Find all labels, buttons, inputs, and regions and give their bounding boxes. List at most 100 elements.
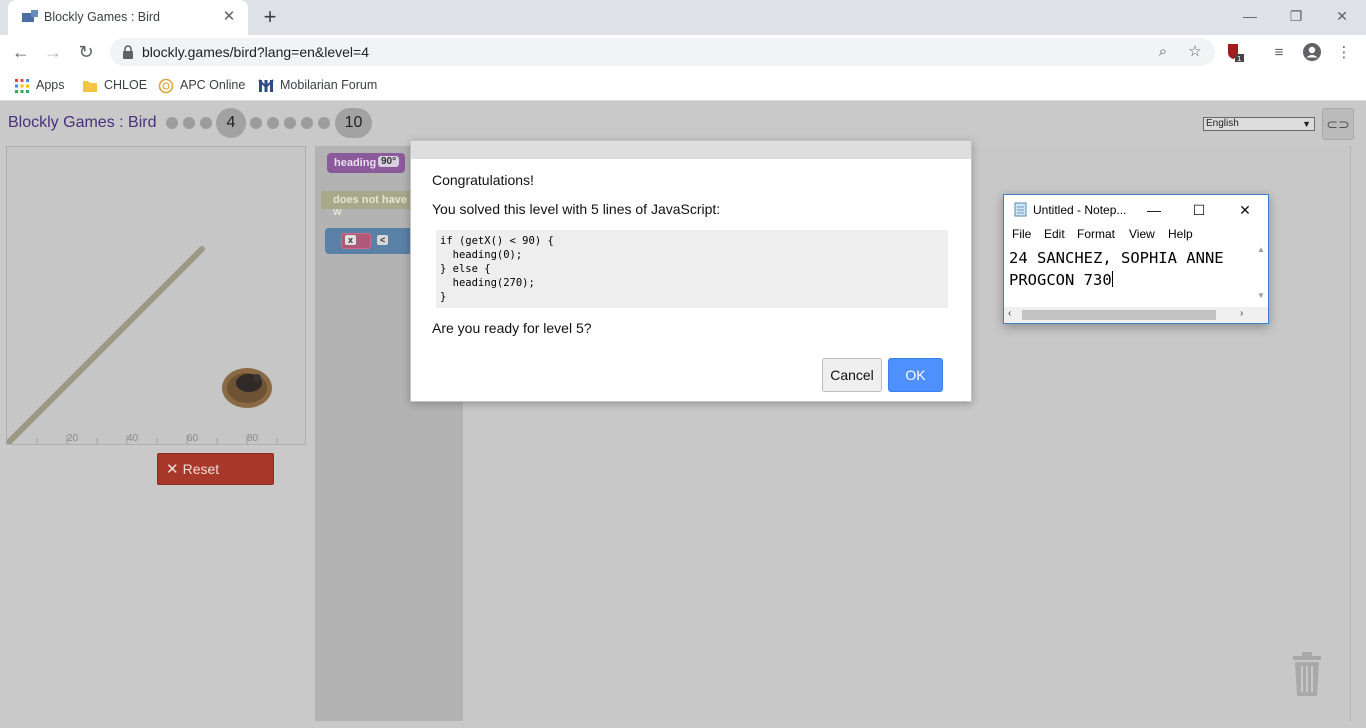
level-current[interactable]: 4 — [216, 108, 246, 138]
heading-block[interactable]: heading 90° — [327, 153, 405, 173]
minimize-window-button[interactable]: — — [1230, 4, 1270, 28]
apps-grid-icon — [15, 78, 29, 93]
notepad-line-text: 24 SANCHEZ, SOPHIA ANNE — [1009, 249, 1224, 267]
tab-close-icon[interactable]: ✕ — [220, 8, 238, 26]
level-dot-8[interactable] — [301, 117, 313, 129]
notepad-close-button[interactable]: ✕ — [1232, 199, 1258, 221]
bookmark-label: Apps — [36, 78, 65, 92]
title-bird: Bird — [128, 114, 157, 131]
scroll-up-icon[interactable]: ▲ — [1257, 245, 1265, 254]
title-blockly-games-link[interactable]: Blockly Games — [8, 114, 115, 131]
language-select[interactable]: English ▼ — [1203, 117, 1315, 131]
level-dot-2[interactable] — [183, 117, 195, 129]
menu-format[interactable]: Format — [1077, 227, 1115, 241]
ok-button[interactable]: OK — [888, 358, 943, 392]
wall-line — [7, 246, 205, 444]
url-text[interactable]: blockly.games/bird?lang=en&level=4 — [142, 44, 369, 60]
notepad-text-area[interactable]: 24 SANCHEZ, SOPHIA ANNE PROGCON 730 — [1009, 247, 1249, 291]
axis-tick-label: 40 — [127, 433, 139, 444]
heading-angle-field[interactable]: 90° — [378, 156, 400, 167]
notepad-maximize-button[interactable]: ☐ — [1186, 199, 1212, 221]
cancel-button[interactable]: Cancel — [822, 358, 882, 392]
notepad-titlebar[interactable]: Untitled - Notep... — ☐ ✕ — [1004, 195, 1268, 224]
code-line: if (getX() < 90) { — [440, 235, 554, 247]
level-dot-9[interactable] — [318, 117, 330, 129]
heading-block-label: heading — [334, 157, 377, 169]
browser-menu-icon[interactable]: ⋮ — [1333, 42, 1355, 64]
notepad-title: Untitled - Notep... — [1033, 203, 1127, 217]
code-listing: if (getX() < 90) { heading(0); } else { … — [436, 230, 948, 308]
extension-shield-icon[interactable]: 1 — [1224, 42, 1246, 64]
operator-field[interactable]: < — [377, 235, 389, 245]
bookmark-star-icon[interactable]: ☆ — [1186, 43, 1204, 61]
bookmark-chloe[interactable]: CHLOE — [82, 77, 147, 93]
worm-condition-block[interactable]: does not have w — [321, 191, 416, 218]
bookmark-mobilarian-forum[interactable]: Mobilarian Forum — [258, 77, 377, 93]
menu-file[interactable]: File — [1012, 227, 1031, 241]
scroll-right-icon[interactable]: › — [1240, 308, 1243, 319]
congratulations-dialog: Congratulations! You solved this level w… — [410, 140, 972, 402]
forward-arrow-icon[interactable]: → — [40, 39, 66, 65]
scroll-down-icon[interactable]: ▼ — [1257, 291, 1265, 300]
level-dot-5[interactable] — [250, 117, 262, 129]
notepad-app-icon — [1014, 202, 1027, 217]
menu-view[interactable]: View — [1129, 227, 1155, 241]
code-line: heading(0); — [440, 249, 523, 261]
back-arrow-icon[interactable]: ← — [8, 39, 34, 65]
bookmarks-bar: Apps CHLOE APC Online Mobilarian Forum — [0, 69, 1366, 101]
browser-tab-strip: Blockly Games : Bird ✕ + — ❐ ✕ — [0, 0, 1366, 35]
reset-button[interactable]: ✕ Reset — [157, 453, 274, 485]
x-field[interactable]: x — [345, 235, 357, 245]
bookmark-apc-online[interactable]: APC Online — [158, 77, 245, 94]
notepad-line: PROGCON 730 — [1009, 269, 1249, 291]
blockly-favicon-icon — [22, 10, 38, 22]
folder-icon — [83, 80, 97, 92]
tab-title: Blockly Games : Bird — [44, 10, 161, 24]
reset-label: Reset — [182, 461, 220, 477]
address-bar[interactable]: blockly.games/bird?lang=en&level=4 ⌕ ☆ — [110, 38, 1215, 66]
axis-tick-label: 80 — [247, 433, 259, 444]
language-value: English — [1206, 118, 1239, 129]
menu-help[interactable]: Help — [1168, 227, 1193, 241]
dialog-message: You solved this level with 5 lines of Ja… — [432, 201, 721, 217]
apc-logo-icon — [158, 78, 174, 94]
dialog-heading: Congratulations! — [432, 172, 534, 188]
scroll-left-icon[interactable]: ‹ — [1008, 308, 1011, 319]
level-dot-6[interactable] — [267, 117, 279, 129]
restore-window-button[interactable]: ❐ — [1276, 4, 1316, 28]
level-dot-3[interactable] — [200, 117, 212, 129]
text-cursor — [1111, 271, 1113, 287]
browser-toolbar: ← → ↻ blockly.games/bird?lang=en&level=4… — [0, 35, 1366, 69]
trash-icon[interactable] — [1290, 652, 1324, 696]
close-window-button[interactable]: ✕ — [1322, 4, 1362, 28]
browser-tab[interactable]: Blockly Games : Bird ✕ — [8, 0, 248, 35]
notepad-minimize-button[interactable]: — — [1141, 199, 1167, 221]
title-separator: : — [114, 114, 129, 131]
new-tab-button[interactable]: + — [258, 6, 282, 30]
notepad-horizontal-scrollbar[interactable]: ‹ › — [1004, 307, 1268, 323]
level-dot-7[interactable] — [284, 117, 296, 129]
media-control-icon[interactable]: ≡ — [1268, 42, 1290, 64]
svg-text:1: 1 — [1237, 55, 1241, 62]
reload-icon[interactable]: ↻ — [73, 39, 99, 65]
level-dot-1[interactable] — [166, 117, 178, 129]
bookmark-apps[interactable]: Apps — [14, 77, 65, 93]
notepad-vertical-scrollbar[interactable]: ▲ ▼ — [1253, 245, 1268, 307]
dialog-header-bar[interactable] — [411, 141, 971, 159]
notepad-window: Untitled - Notep... — ☐ ✕ File Edit Form… — [1003, 194, 1269, 324]
zoom-icon[interactable]: ⌕ — [1154, 43, 1172, 61]
compare-block[interactable]: x < — [325, 228, 417, 254]
scroll-thumb[interactable] — [1022, 310, 1216, 320]
level-last[interactable]: 10 — [335, 108, 372, 138]
mobilarian-logo-icon — [258, 78, 274, 92]
code-line: } — [440, 291, 447, 303]
profile-avatar-icon[interactable] — [1301, 42, 1323, 64]
notepad-line: 24 SANCHEZ, SOPHIA ANNE — [1009, 247, 1249, 269]
link-icon[interactable]: ⊂⊃ — [1322, 108, 1354, 140]
notepad-line-text: PROGCON 730 — [1009, 271, 1112, 289]
game-title: Blockly Games : Bird — [8, 114, 157, 132]
menu-edit[interactable]: Edit — [1044, 227, 1065, 241]
code-line: } else { — [440, 263, 491, 275]
notepad-menubar: File Edit Format View Help — [1004, 224, 1268, 244]
nest-icon — [222, 368, 272, 408]
